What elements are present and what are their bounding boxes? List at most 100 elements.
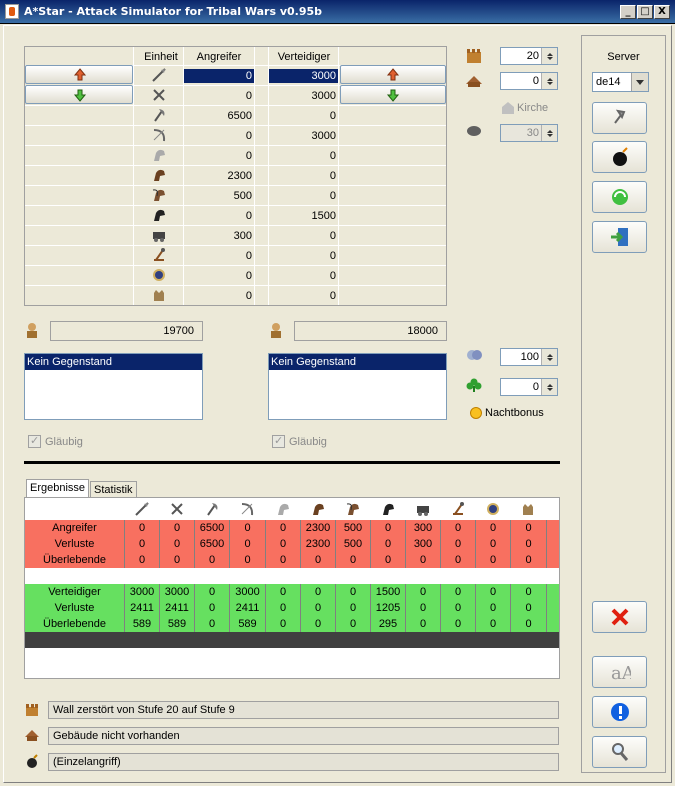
result-cell: 0 [476,600,511,616]
wall-level-spinner[interactable]: 20 [500,47,558,65]
defender-count-cell[interactable]: 3000 [269,89,338,103]
exit-button[interactable] [592,221,647,253]
morale-value: 100 [520,351,539,363]
defender-believer-checkbox[interactable] [272,434,285,448]
attacker-count-cell[interactable]: 2300 [184,169,254,183]
result-cell: 0 [441,616,476,632]
recycle-icon [612,189,628,205]
sword-icon [171,503,183,515]
mounted-archer-icon [346,503,359,515]
defender-item-entry[interactable]: Kein Gegenstand [269,354,446,370]
defender-count-cell[interactable]: 0 [269,289,338,303]
defender-count-cell[interactable]: 3000 [269,69,338,83]
result-row-label: Angreifer [25,520,125,536]
attacker-count-cell[interactable]: 0 [184,149,254,163]
result-cell: 0 [301,600,336,616]
result-cell: 0 [476,616,511,632]
night-bonus-label[interactable]: Nachtbonus [485,407,544,419]
wall-icon [467,49,481,63]
close-button[interactable]: X [654,5,670,19]
attacker-count-cell[interactable]: 0 [184,69,254,83]
attacker-count-cell[interactable]: 0 [184,89,254,103]
result-cell: 0 [441,536,476,552]
settings-button[interactable] [592,102,647,134]
result-cell: 0 [511,536,547,552]
attacker-count-cell[interactable]: 500 [184,189,254,203]
result-cell: 0 [371,536,406,552]
result-cell: 0 [301,584,336,600]
result-cell: 3000 [160,584,195,600]
ram-icon [417,506,429,516]
result-cell: 0 [160,552,195,568]
defender-count-cell[interactable]: 0 [269,229,338,243]
search-button[interactable] [592,736,647,768]
luck-spinner[interactable]: 0 [500,378,558,396]
result-cell: 0 [266,536,301,552]
attacker-count-cell[interactable]: 0 [184,269,254,283]
result-cell: 0 [336,600,371,616]
recycle-button[interactable] [592,181,647,213]
attacker-count-cell[interactable]: 6500 [184,109,254,123]
attacker-count-cell[interactable]: 0 [184,209,254,223]
result-row-label: Überlebende [25,552,125,568]
font-button[interactable]: aA [592,656,647,688]
result-cell: 0 [125,536,160,552]
result-cell: 0 [406,552,441,568]
wall-level-value: 20 [526,50,539,62]
catapult-icon [453,502,464,515]
exit-icon [611,228,628,246]
close-button[interactable] [592,601,647,633]
tab-statistics[interactable]: Statistik [90,481,137,497]
defender-count-cell[interactable]: 3000 [269,129,338,143]
morale-spinner[interactable]: 100 [500,348,558,366]
defender-count-cell[interactable]: 0 [269,149,338,163]
building-level-value: 0 [532,75,539,87]
defender-count-cell[interactable]: 0 [269,249,338,263]
attacker-believer-checkbox[interactable] [28,434,41,448]
defender-count-cell[interactable]: 0 [269,189,338,203]
mounted-archer-icon [152,189,165,201]
result-row: Verluste 2411 2411 0 2411 0 0 0 1205 0 0 0 0 [25,600,559,616]
archer-icon [153,129,166,142]
defender-item-list[interactable]: Kein Gegenstand [268,353,447,420]
bomb-button[interactable] [592,141,647,173]
info-button[interactable] [592,696,647,728]
population-icon [271,323,281,338]
maximize-button[interactable]: □ [637,5,653,19]
defender-count-cell[interactable]: 0 [269,269,338,283]
defender-count-cell[interactable]: 0 [269,169,338,183]
col-header-defender: Verteidiger [277,51,331,63]
defender-count-cell[interactable]: 1500 [269,209,338,223]
result-cell: 0 [266,584,301,600]
building-icon [466,76,482,87]
result-cell: 0 [441,600,476,616]
church-level-spinner[interactable]: 30 [500,124,558,142]
building-level-spinner[interactable]: 0 [500,72,558,90]
attacker-count-cell[interactable]: 300 [184,229,254,243]
attacker-item-entry[interactable]: Kein Gegenstand [25,354,202,370]
defender-believer-label: Gläubig [289,436,327,448]
results-table: Angreifer 0 0 6500 0 0 2300 500 0 300 0 0 0 Verluste 0… [24,497,560,679]
defender-count-cell[interactable]: 0 [269,109,338,123]
building-icon [25,730,39,741]
chevron-down-icon[interactable] [631,73,648,91]
scout-icon [154,149,165,161]
minimize-button[interactable]: _ [620,5,636,19]
server-select[interactable]: de14 [592,72,649,92]
tab-results[interactable]: Ergebnisse [26,479,90,497]
result-cell: 0 [160,536,195,552]
result-row: Überlebende 0 0 0 0 0 0 0 0 0 0 0 0 [25,552,559,568]
attacker-count-cell[interactable]: 0 [184,129,254,143]
result-cell: 0 [406,616,441,632]
result-cell: 2411 [230,600,266,616]
result-cell: 589 [125,616,160,632]
result-row: Verteidiger 3000 3000 0 3000 0 0 0 1500 0 0 0 0 [25,584,559,600]
server-value: de14 [596,76,621,88]
attacker-count-cell[interactable]: 0 [184,289,254,303]
scout-icon [278,503,289,515]
attacker-item-list[interactable]: Kein Gegenstand [24,353,203,420]
java-app-icon [5,4,19,19]
attacker-believer-label: Gläubig [45,436,83,448]
result-cell: 2300 [301,520,336,536]
attacker-count-cell[interactable]: 0 [184,249,254,263]
